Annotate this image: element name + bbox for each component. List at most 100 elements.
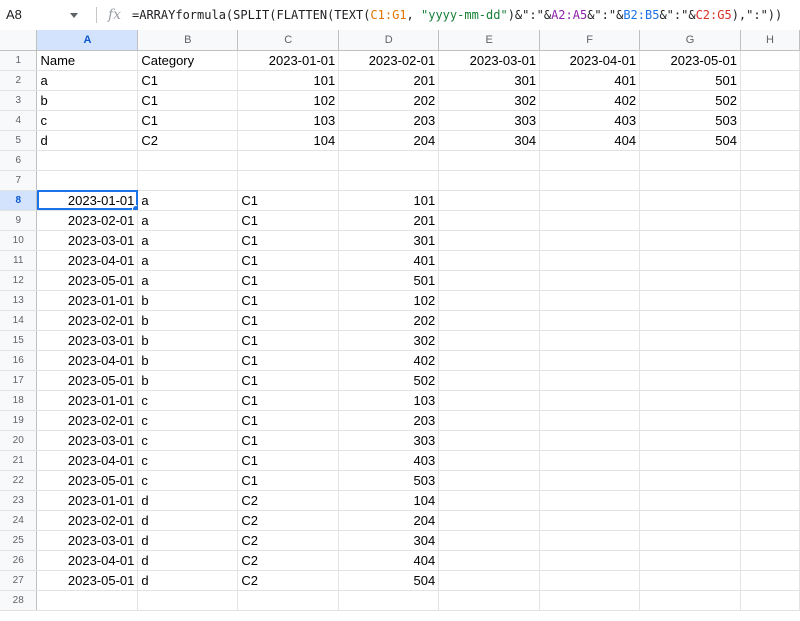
cell-d28[interactable]: [338, 590, 440, 611]
cell-g7[interactable]: [639, 170, 741, 191]
cell-g23[interactable]: [639, 490, 741, 511]
cell-b10[interactable]: a: [137, 230, 239, 251]
cell-e27[interactable]: [438, 570, 541, 591]
row-header-16[interactable]: 16: [0, 350, 38, 371]
cell-f4[interactable]: 403: [539, 110, 641, 131]
cell-a20[interactable]: 2023-03-01: [36, 430, 139, 451]
cell-d14[interactable]: 202: [338, 310, 440, 331]
cell-e8[interactable]: [438, 190, 541, 211]
row-header-5[interactable]: 5: [0, 130, 38, 151]
cell-e19[interactable]: [438, 410, 541, 431]
cell-b23[interactable]: d: [137, 490, 239, 511]
cell-f22[interactable]: [539, 470, 641, 491]
cell-d9[interactable]: 201: [338, 210, 440, 231]
cell-g13[interactable]: [639, 290, 741, 311]
cell-g18[interactable]: [639, 390, 741, 411]
cell-h9[interactable]: [740, 210, 800, 231]
cell-a5[interactable]: d: [36, 130, 139, 151]
cell-c18[interactable]: C1: [237, 390, 340, 411]
row-header-23[interactable]: 23: [0, 490, 38, 511]
cell-a26[interactable]: 2023-04-01: [36, 550, 139, 571]
cell-g26[interactable]: [639, 550, 741, 571]
cell-c12[interactable]: C1: [237, 270, 340, 291]
cell-a6[interactable]: [36, 150, 139, 171]
cell-a27[interactable]: 2023-05-01: [36, 570, 139, 591]
fill-handle[interactable]: [132, 204, 137, 209]
cell-b20[interactable]: c: [137, 430, 239, 451]
cell-d18[interactable]: 103: [338, 390, 440, 411]
cell-b14[interactable]: b: [137, 310, 239, 331]
column-header-d[interactable]: D: [338, 30, 440, 51]
row-header-8[interactable]: 8: [0, 190, 38, 211]
cell-h25[interactable]: [740, 530, 800, 551]
cell-g14[interactable]: [639, 310, 741, 331]
column-header-e[interactable]: E: [438, 30, 541, 51]
cell-d7[interactable]: [338, 170, 440, 191]
row-header-2[interactable]: 2: [0, 70, 38, 91]
cell-a10[interactable]: 2023-03-01: [36, 230, 139, 251]
row-header-12[interactable]: 12: [0, 270, 38, 291]
cell-c1[interactable]: 2023-01-01: [237, 50, 340, 71]
row-header-1[interactable]: 1: [0, 50, 38, 71]
cell-g15[interactable]: [639, 330, 741, 351]
cell-g9[interactable]: [639, 210, 741, 231]
cell-b15[interactable]: b: [137, 330, 239, 351]
cell-g8[interactable]: [639, 190, 741, 211]
cell-c11[interactable]: C1: [237, 250, 340, 271]
cell-f2[interactable]: 401: [539, 70, 641, 91]
cell-c28[interactable]: [237, 590, 340, 611]
cell-b26[interactable]: d: [137, 550, 239, 571]
row-header-14[interactable]: 14: [0, 310, 38, 331]
cell-c6[interactable]: [237, 150, 340, 171]
cell-d10[interactable]: 301: [338, 230, 440, 251]
cell-f21[interactable]: [539, 450, 641, 471]
row-header-20[interactable]: 20: [0, 430, 38, 451]
cell-h27[interactable]: [740, 570, 800, 591]
cell-e1[interactable]: 2023-03-01: [438, 50, 541, 71]
cell-d20[interactable]: 303: [338, 430, 440, 451]
name-box-dropdown-icon[interactable]: [70, 13, 78, 18]
cell-b27[interactable]: d: [137, 570, 239, 591]
cell-h18[interactable]: [740, 390, 800, 411]
cell-f6[interactable]: [539, 150, 641, 171]
cell-a11[interactable]: 2023-04-01: [36, 250, 139, 271]
row-header-9[interactable]: 9: [0, 210, 38, 231]
cell-b22[interactable]: c: [137, 470, 239, 491]
cell-b25[interactable]: d: [137, 530, 239, 551]
cell-h8[interactable]: [740, 190, 800, 211]
cell-a17[interactable]: 2023-05-01: [36, 370, 139, 391]
cell-e25[interactable]: [438, 530, 541, 551]
row-header-6[interactable]: 6: [0, 150, 38, 171]
cell-e13[interactable]: [438, 290, 541, 311]
cell-e3[interactable]: 302: [438, 90, 541, 111]
cell-b1[interactable]: Category: [137, 50, 239, 71]
cell-b2[interactable]: C1: [137, 70, 239, 91]
cell-a23[interactable]: 2023-01-01: [36, 490, 139, 511]
cell-d24[interactable]: 204: [338, 510, 440, 531]
cell-f11[interactable]: [539, 250, 641, 271]
cell-g12[interactable]: [639, 270, 741, 291]
cell-e4[interactable]: 303: [438, 110, 541, 131]
cell-f3[interactable]: 402: [539, 90, 641, 111]
cell-f17[interactable]: [539, 370, 641, 391]
row-header-17[interactable]: 17: [0, 370, 38, 391]
cell-h3[interactable]: [740, 90, 800, 111]
cell-c24[interactable]: C2: [237, 510, 340, 531]
cell-c17[interactable]: C1: [237, 370, 340, 391]
cell-h13[interactable]: [740, 290, 800, 311]
cell-f16[interactable]: [539, 350, 641, 371]
row-header-4[interactable]: 4: [0, 110, 38, 131]
cell-b13[interactable]: b: [137, 290, 239, 311]
cell-d5[interactable]: 204: [338, 130, 440, 151]
cell-f13[interactable]: [539, 290, 641, 311]
cell-g5[interactable]: 504: [639, 130, 741, 151]
cell-g1[interactable]: 2023-05-01: [639, 50, 741, 71]
cell-b8[interactable]: a: [137, 190, 239, 211]
cell-a3[interactable]: b: [36, 90, 139, 111]
cell-a13[interactable]: 2023-01-01: [36, 290, 139, 311]
cell-b6[interactable]: [137, 150, 239, 171]
cell-f10[interactable]: [539, 230, 641, 251]
cell-c13[interactable]: C1: [237, 290, 340, 311]
row-header-25[interactable]: 25: [0, 530, 38, 551]
cell-c20[interactable]: C1: [237, 430, 340, 451]
